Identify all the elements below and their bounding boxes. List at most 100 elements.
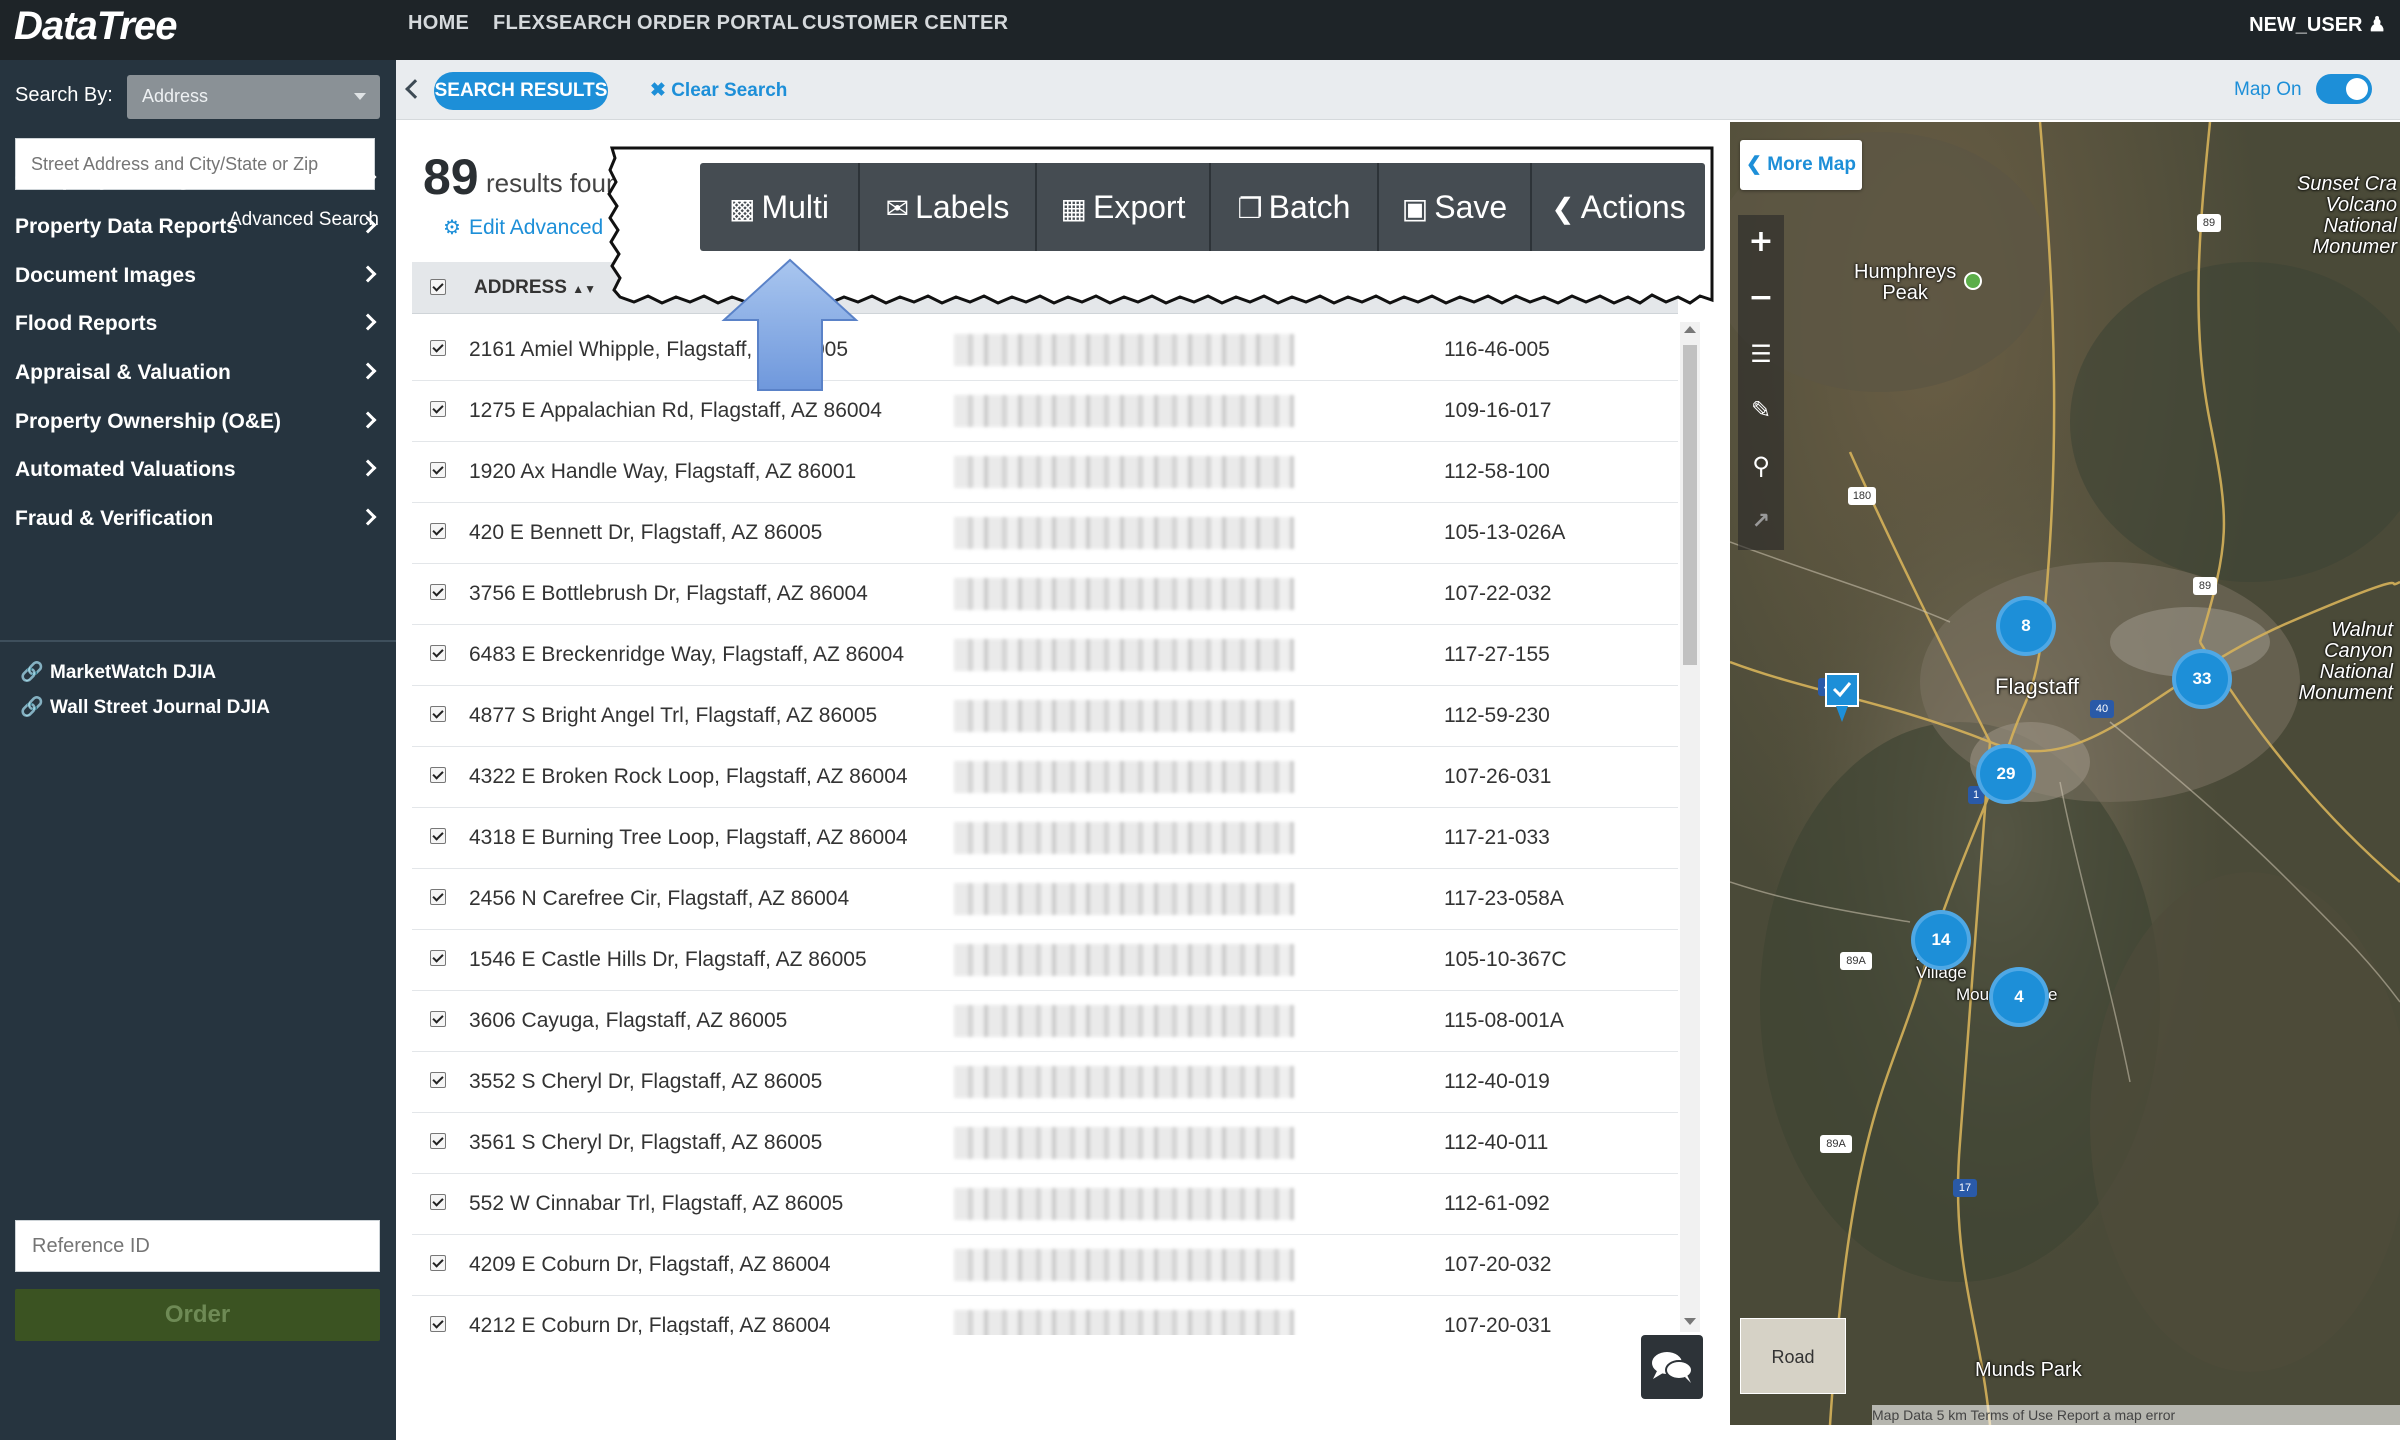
map-cluster-marker[interactable]: 4: [1989, 967, 2049, 1027]
row-checkbox[interactable]: [430, 1072, 446, 1088]
nav-flexsearch[interactable]: FLEXSEARCH: [493, 12, 632, 35]
export-button[interactable]: ▦ Export: [1037, 163, 1211, 251]
menu-automated-valuations[interactable]: Automated Valuations: [0, 446, 396, 494]
table-row[interactable]: 4877 S Bright Angel Trl, Flagstaff, AZ 8…: [412, 686, 1678, 747]
table-row[interactable]: 4318 E Burning Tree Loop, Flagstaff, AZ …: [412, 808, 1678, 869]
order-button[interactable]: Order: [15, 1289, 380, 1341]
search-by-select[interactable]: Address: [127, 75, 380, 119]
table-row[interactable]: 6483 E Breckenridge Way, Flagstaff, AZ 8…: [412, 625, 1678, 686]
table-row[interactable]: 1920 Ax Handle Way, Flagstaff, AZ 86001 1…: [412, 442, 1678, 503]
row-address[interactable]: 1920 Ax Handle Way, Flagstaff, AZ 86001: [469, 460, 856, 484]
row-address[interactable]: 552 W Cinnabar Trl, Flagstaff, AZ 86005: [469, 1192, 843, 1216]
address-column-header[interactable]: ADDRESS ▲▼: [474, 277, 596, 299]
row-checkbox[interactable]: [430, 1133, 446, 1149]
menu-fraud-verification[interactable]: Fraud & Verification: [0, 495, 396, 543]
row-checkbox[interactable]: [430, 1011, 446, 1027]
table-row[interactable]: 4209 E Coburn Dr, Flagstaff, AZ 86004 107…: [412, 1235, 1678, 1296]
row-address[interactable]: 1275 E Appalachian Rd, Flagstaff, AZ 860…: [469, 399, 882, 423]
menu-flood-reports[interactable]: Flood Reports: [0, 300, 396, 348]
row-checkbox[interactable]: [430, 706, 446, 722]
table-row[interactable]: 552 W Cinnabar Trl, Flagstaff, AZ 86005 1…: [412, 1174, 1678, 1235]
row-checkbox[interactable]: [430, 1255, 446, 1271]
table-row[interactable]: 4212 E Coburn Dr, Flagstaff, AZ 86004 107…: [412, 1296, 1678, 1335]
select-all-checkbox[interactable]: [430, 279, 446, 295]
road-view-button[interactable]: Road: [1740, 1318, 1846, 1394]
row-address[interactable]: 4209 E Coburn Dr, Flagstaff, AZ 86004: [469, 1253, 831, 1277]
row-address[interactable]: 4877 S Bright Angel Trl, Flagstaff, AZ 8…: [469, 704, 877, 728]
table-row[interactable]: 420 E Bennett Dr, Flagstaff, AZ 86005 105…: [412, 503, 1678, 564]
link-marketwatch-djia[interactable]: 🔗 MarketWatch DJIA: [20, 660, 216, 684]
share-icon[interactable]: ↗: [1738, 495, 1784, 549]
scroll-down-arrow-icon[interactable]: [1684, 1318, 1696, 1325]
row-address[interactable]: 2456 N Carefree Cir, Flagstaff, AZ 86004: [469, 887, 849, 911]
map-cluster-marker[interactable]: 14: [1911, 910, 1971, 970]
row-address[interactable]: 4322 E Broken Rock Loop, Flagstaff, AZ 8…: [469, 765, 908, 789]
clear-search-link[interactable]: ✖ Clear Search: [650, 79, 787, 102]
search-icon[interactable]: ⚲: [1738, 439, 1784, 493]
row-checkbox[interactable]: [430, 950, 446, 966]
zoom-in-icon[interactable]: +: [1738, 215, 1784, 269]
labels-button[interactable]: ✉ Labels: [860, 163, 1037, 251]
menu-appraisal-valuation[interactable]: Appraisal & Valuation: [0, 349, 396, 397]
row-address[interactable]: 3756 E Bottlebrush Dr, Flagstaff, AZ 860…: [469, 582, 868, 606]
row-address[interactable]: 3552 S Cheryl Dr, Flagstaff, AZ 86005: [469, 1070, 822, 1094]
layers-icon[interactable]: ☰: [1738, 327, 1784, 381]
table-row[interactable]: 3561 S Cheryl Dr, Flagstaff, AZ 86005 112…: [412, 1113, 1678, 1174]
menu-property-data-reports[interactable]: Property Data Reports: [0, 203, 396, 251]
nav-order-portal[interactable]: ORDER PORTAL: [637, 12, 799, 35]
datatree-logo[interactable]: DataTree: [14, 4, 177, 49]
row-checkbox[interactable]: [430, 584, 446, 600]
user-menu[interactable]: NEW_USER ♟: [2249, 12, 2386, 37]
row-address[interactable]: 4212 E Coburn Dr, Flagstaff, AZ 86004: [469, 1314, 831, 1335]
batch-button[interactable]: ❐ Batch: [1211, 163, 1379, 251]
row-checkbox[interactable]: [430, 340, 446, 356]
row-checkbox[interactable]: [430, 401, 446, 417]
map-toggle-switch[interactable]: [2316, 74, 2372, 104]
zoom-out-icon[interactable]: −: [1738, 271, 1784, 325]
edit-advanced-link[interactable]: ⚙ Edit Advanced: [443, 215, 603, 240]
row-address[interactable]: 6483 E Breckenridge Way, Flagstaff, AZ 8…: [469, 643, 904, 667]
actions-button[interactable]: ❮ Actions: [1532, 163, 1705, 251]
row-checkbox[interactable]: [430, 462, 446, 478]
menu-property-ownership[interactable]: Property Ownership (O&E): [0, 398, 396, 446]
map-cluster-marker[interactable]: 29: [1976, 744, 2036, 804]
row-checkbox[interactable]: [430, 523, 446, 539]
row-checkbox[interactable]: [430, 828, 446, 844]
table-row[interactable]: 3606 Cayuga, Flagstaff, AZ 86005 115-08-0…: [412, 991, 1678, 1052]
map-attribution[interactable]: Map Data 5 km Terms of Use Report a map …: [1872, 1405, 2400, 1425]
scrollbar-thumb[interactable]: [1683, 345, 1697, 665]
link-wsj-djia[interactable]: 🔗 Wall Street Journal DJIA: [20, 695, 270, 719]
nav-home[interactable]: HOME: [408, 12, 469, 35]
save-button[interactable]: ▣ Save: [1379, 163, 1532, 251]
row-checkbox[interactable]: [430, 645, 446, 661]
row-address[interactable]: 1546 E Castle Hills Dr, Flagstaff, AZ 86…: [469, 948, 867, 972]
row-checkbox[interactable]: [430, 1316, 446, 1332]
map-view[interactable]: 89 180 89 40 40 89A 89A 17 1 Humphreys P…: [1730, 122, 2400, 1425]
row-checkbox[interactable]: [430, 889, 446, 905]
table-row[interactable]: 3552 S Cheryl Dr, Flagstaff, AZ 86005 112…: [412, 1052, 1678, 1113]
row-address[interactable]: 420 E Bennett Dr, Flagstaff, AZ 86005: [469, 521, 822, 545]
selected-property-marker-icon[interactable]: [1824, 672, 1860, 728]
pencil-draw-icon[interactable]: ✎: [1738, 383, 1784, 437]
multi-button[interactable]: ▩ Multi: [700, 163, 860, 251]
row-address[interactable]: 3561 S Cheryl Dr, Flagstaff, AZ 86005: [469, 1131, 822, 1155]
reference-id-input[interactable]: [15, 1220, 380, 1272]
map-cluster-marker[interactable]: 8: [1996, 596, 2056, 656]
table-row[interactable]: 1275 E Appalachian Rd, Flagstaff, AZ 860…: [412, 381, 1678, 442]
nav-customer-center[interactable]: CUSTOMER CENTER: [802, 12, 1008, 35]
chat-button[interactable]: [1641, 1335, 1703, 1399]
table-row[interactable]: 2161 Amiel Whipple, Flagstaff, AZ 86005 1…: [412, 320, 1678, 381]
map-cluster-marker[interactable]: 33: [2172, 649, 2232, 709]
scroll-up-arrow-icon[interactable]: [1684, 326, 1696, 333]
search-results-pill[interactable]: SEARCH RESULTS: [434, 72, 608, 110]
row-address[interactable]: 3606 Cayuga, Flagstaff, AZ 86005: [469, 1009, 787, 1033]
menu-company-packages[interactable]: Company Packages: [0, 155, 396, 203]
menu-document-images[interactable]: Document Images: [0, 252, 396, 300]
table-row[interactable]: 2456 N Carefree Cir, Flagstaff, AZ 86004…: [412, 869, 1678, 930]
row-checkbox[interactable]: [430, 1194, 446, 1210]
row-checkbox[interactable]: [430, 767, 446, 783]
more-map-button[interactable]: ❮ More Map: [1740, 140, 1862, 190]
table-row[interactable]: 1546 E Castle Hills Dr, Flagstaff, AZ 86…: [412, 930, 1678, 991]
row-address[interactable]: 4318 E Burning Tree Loop, Flagstaff, AZ …: [469, 826, 908, 850]
table-row[interactable]: 3756 E Bottlebrush Dr, Flagstaff, AZ 860…: [412, 564, 1678, 625]
